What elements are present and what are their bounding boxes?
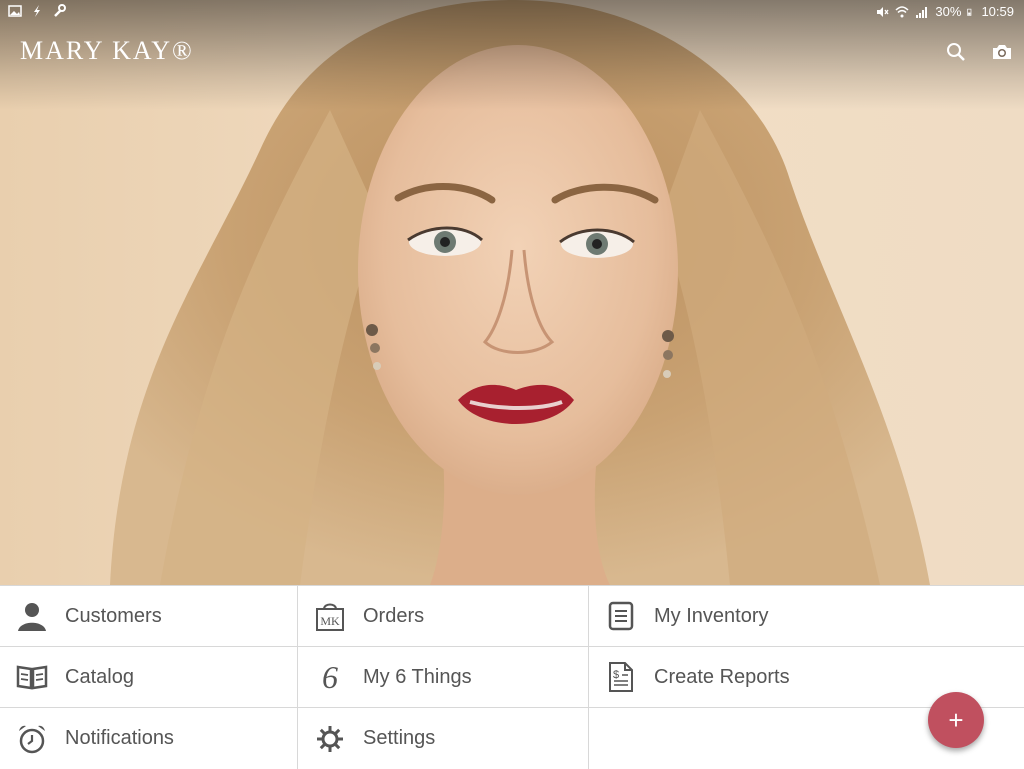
menu-item-settings[interactable]: Settings	[298, 708, 589, 769]
alarm-clock-icon	[19, 725, 45, 753]
menu-item-notifications[interactable]: Notifications	[0, 708, 298, 769]
report-icon: $	[609, 662, 633, 692]
wrench-notification-icon	[54, 4, 66, 17]
clock: 10:59	[981, 4, 1014, 19]
gallery-notification-icon	[8, 5, 22, 17]
svg-text:$: $	[613, 669, 619, 681]
camera-button[interactable]	[990, 40, 1014, 64]
menu-item-label: My Inventory	[654, 604, 769, 627]
menu-item-catalog[interactable]: Catalog	[0, 647, 298, 708]
menu-item-my-inventory[interactable]: My Inventory	[589, 586, 1024, 647]
status-bar: 30% 10:59	[0, 0, 1024, 24]
book-icon	[16, 665, 48, 690]
six-icon: 6	[322, 658, 338, 695]
gear-icon	[317, 725, 343, 752]
menu-item-label: Customers	[65, 604, 162, 627]
menu-item-customers[interactable]: Customers	[0, 586, 298, 647]
plus-icon: +	[948, 704, 964, 735]
flash-notification-icon	[34, 5, 40, 17]
search-icon	[947, 43, 965, 61]
menu-item-label: Orders	[363, 604, 425, 627]
menu-item-label: My 6 Things	[363, 665, 472, 688]
list-icon	[608, 601, 634, 631]
hero-image	[0, 0, 1024, 585]
mk-bag-icon: MK	[316, 603, 344, 631]
person-icon	[18, 603, 46, 631]
svg-text:MK: MK	[320, 614, 340, 628]
menu-item-my-6-things[interactable]: 6 My 6 Things	[298, 647, 589, 708]
menu-item-orders[interactable]: MK Orders	[298, 586, 589, 647]
menu-item-label: Notifications	[65, 727, 174, 749]
battery-percent: 30%	[935, 4, 962, 19]
mute-icon	[877, 6, 889, 17]
menu-item-label: Settings	[363, 727, 436, 749]
battery-icon	[967, 8, 972, 16]
menu-item-label: Create Reports	[654, 665, 790, 688]
wifi-icon	[895, 5, 909, 17]
main-menu: Customers MK Orders My Inventory Catalog…	[0, 585, 1024, 769]
brand-logo: MARY KAY®	[20, 36, 194, 65]
menu-item-label: Catalog	[65, 665, 134, 688]
add-fab-button[interactable]: +	[928, 692, 984, 748]
signal-icon	[916, 6, 928, 18]
search-button[interactable]	[944, 40, 968, 64]
camera-icon	[993, 45, 1011, 59]
